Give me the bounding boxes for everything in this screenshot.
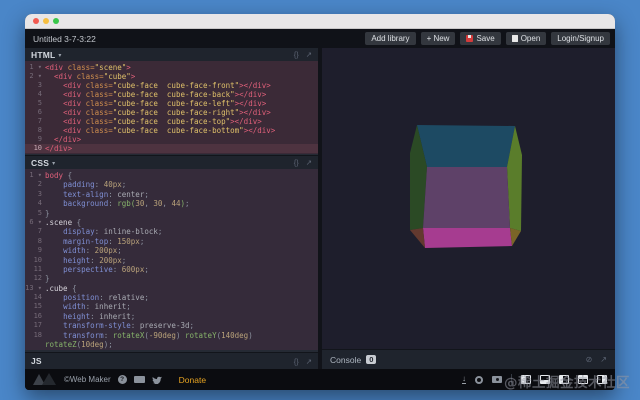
chevron-down-icon: ▾ — [58, 52, 61, 59]
code-line: 17 transform-style: preserve-3d; — [25, 321, 318, 330]
preview-pane — [322, 48, 615, 349]
keyboard-shortcuts-icon[interactable] — [134, 376, 145, 383]
code-line: 8 <div class="cube-face cube-face-bottom… — [25, 126, 318, 135]
help-icon[interactable]: ? — [118, 375, 127, 384]
code-line: 10 height: 200px; — [25, 256, 318, 265]
code-line: 6 ▾.scene { — [25, 218, 318, 227]
code-line: 9 </div> — [25, 135, 318, 144]
code-line: 3 text-align: center; — [25, 190, 318, 199]
format-code-icon[interactable]: {} — [294, 357, 299, 366]
html-code-editor[interactable]: 1 ▾<div class="scene">2 ▾ <div class="cu… — [25, 61, 318, 155]
twitter-icon[interactable] — [152, 371, 162, 389]
code-line: 18 transform: rotateX(-90deg) rotateY(14… — [25, 331, 318, 340]
toolbar-buttons: Add library + New Save Open Login/Signup — [365, 32, 610, 45]
code-line: 14 position: relative; — [25, 293, 318, 302]
desktop: Untitled 3-7-3:22 Add library + New Save… — [0, 0, 640, 400]
expand-panel-icon[interactable]: ↗ — [306, 357, 312, 366]
code-line: 2 ▾ <div class="cube"> — [25, 72, 318, 81]
codepen-circle-icon[interactable] — [475, 376, 483, 384]
zoom-window-button[interactable] — [53, 18, 59, 24]
save-icon — [466, 35, 473, 42]
css-3d-cube — [404, 120, 534, 252]
code-line: 1 ▾<div class="scene"> — [25, 63, 318, 72]
download-icon[interactable]: ↓ — [462, 375, 466, 385]
expand-panel-icon[interactable]: ↗ — [306, 50, 312, 59]
screenshot-camera-icon[interactable] — [492, 376, 502, 383]
code-line: 4 <div class="cube-face cube-face-back">… — [25, 90, 318, 99]
code-line: 12} — [25, 274, 318, 283]
format-code-icon[interactable]: {} — [294, 158, 299, 167]
donate-link[interactable]: Donate — [179, 375, 206, 385]
cube-corner-left — [410, 228, 425, 248]
new-button[interactable]: + New — [421, 32, 456, 45]
code-line: 3 <div class="cube-face cube-face-front"… — [25, 81, 318, 90]
preview-column: Console 0 ⊘ ↗ — [322, 48, 615, 369]
code-line: 10</div> — [25, 144, 318, 153]
code-line: 7 display: inline-block; — [25, 227, 318, 236]
editor-column: HTML ▾ {} ↗ 1 ▾<div class="scene">2 ▾ <d… — [25, 48, 318, 369]
cube-top-face — [417, 125, 515, 167]
titlebar — [25, 14, 615, 29]
code-line: 9 width: 200px; — [25, 246, 318, 255]
expand-console-icon[interactable]: ↗ — [600, 355, 607, 364]
code-line: 8 margin-top: 150px; — [25, 237, 318, 246]
css-code-editor[interactable]: 1 ▾body {2 padding: 40px;3 text-align: c… — [25, 169, 318, 352]
code-line: 4 background: rgb(30, 30, 44); — [25, 199, 318, 208]
code-line: 5 <div class="cube-face cube-face-left">… — [25, 99, 318, 108]
html-panel-label: HTML — [31, 50, 55, 60]
code-line: 2 padding: 40px; — [25, 180, 318, 189]
code-line: 1 ▾body { — [25, 171, 318, 180]
clear-console-icon[interactable]: ⊘ — [586, 355, 593, 364]
code-line: 11 perspective: 600px; — [25, 265, 318, 274]
open-button[interactable]: Open — [506, 32, 547, 45]
css-panel-label: CSS — [31, 158, 49, 168]
chevron-down-icon: ▾ — [52, 160, 55, 167]
css-panel-header[interactable]: CSS ▾ {} ↗ — [25, 155, 318, 169]
juejin-watermark: @稀土掘金技术社区 — [504, 371, 630, 391]
code-line: rotateZ(10deg); — [25, 340, 318, 349]
brand-text: ©Web Maker — [64, 375, 111, 384]
console-count-badge: 0 — [366, 355, 376, 364]
console-bar[interactable]: Console 0 ⊘ ↗ — [322, 349, 615, 369]
add-library-button[interactable]: Add library — [365, 32, 415, 45]
console-label: Console — [330, 355, 361, 365]
main-area: HTML ▾ {} ↗ 1 ▾<div class="scene">2 ▾ <d… — [25, 48, 615, 369]
minimize-window-button[interactable] — [43, 18, 49, 24]
code-line: 13 ▾.cube { — [25, 284, 318, 293]
cube-front-face — [423, 167, 510, 228]
code-line: 6 <div class="cube-face cube-face-right"… — [25, 108, 318, 117]
file-icon — [512, 35, 518, 43]
code-line: 16 height: inherit; — [25, 312, 318, 321]
code-line: 5} — [25, 209, 318, 218]
app-toolbar: Untitled 3-7-3:22 Add library + New Save… — [25, 29, 615, 48]
document-title: Untitled 3-7-3:22 — [33, 34, 96, 44]
html-panel-header[interactable]: HTML ▾ {} ↗ — [25, 48, 318, 61]
login-signup-button[interactable]: Login/Signup — [551, 32, 610, 45]
js-panel-header[interactable]: JS {} ↗ — [25, 352, 318, 369]
expand-panel-icon[interactable]: ↗ — [306, 158, 312, 167]
app-window: Untitled 3-7-3:22 Add library + New Save… — [25, 14, 615, 390]
save-button[interactable]: Save — [460, 32, 500, 45]
format-code-icon[interactable]: {} — [294, 50, 299, 59]
code-line: 7 <div class="cube-face cube-face-top"><… — [25, 117, 318, 126]
cube-bottom-face — [423, 228, 512, 248]
js-panel-label: JS — [31, 356, 42, 366]
code-line: 15 width: inherit; — [25, 302, 318, 311]
web-maker-logo — [33, 373, 57, 386]
close-window-button[interactable] — [33, 18, 39, 24]
